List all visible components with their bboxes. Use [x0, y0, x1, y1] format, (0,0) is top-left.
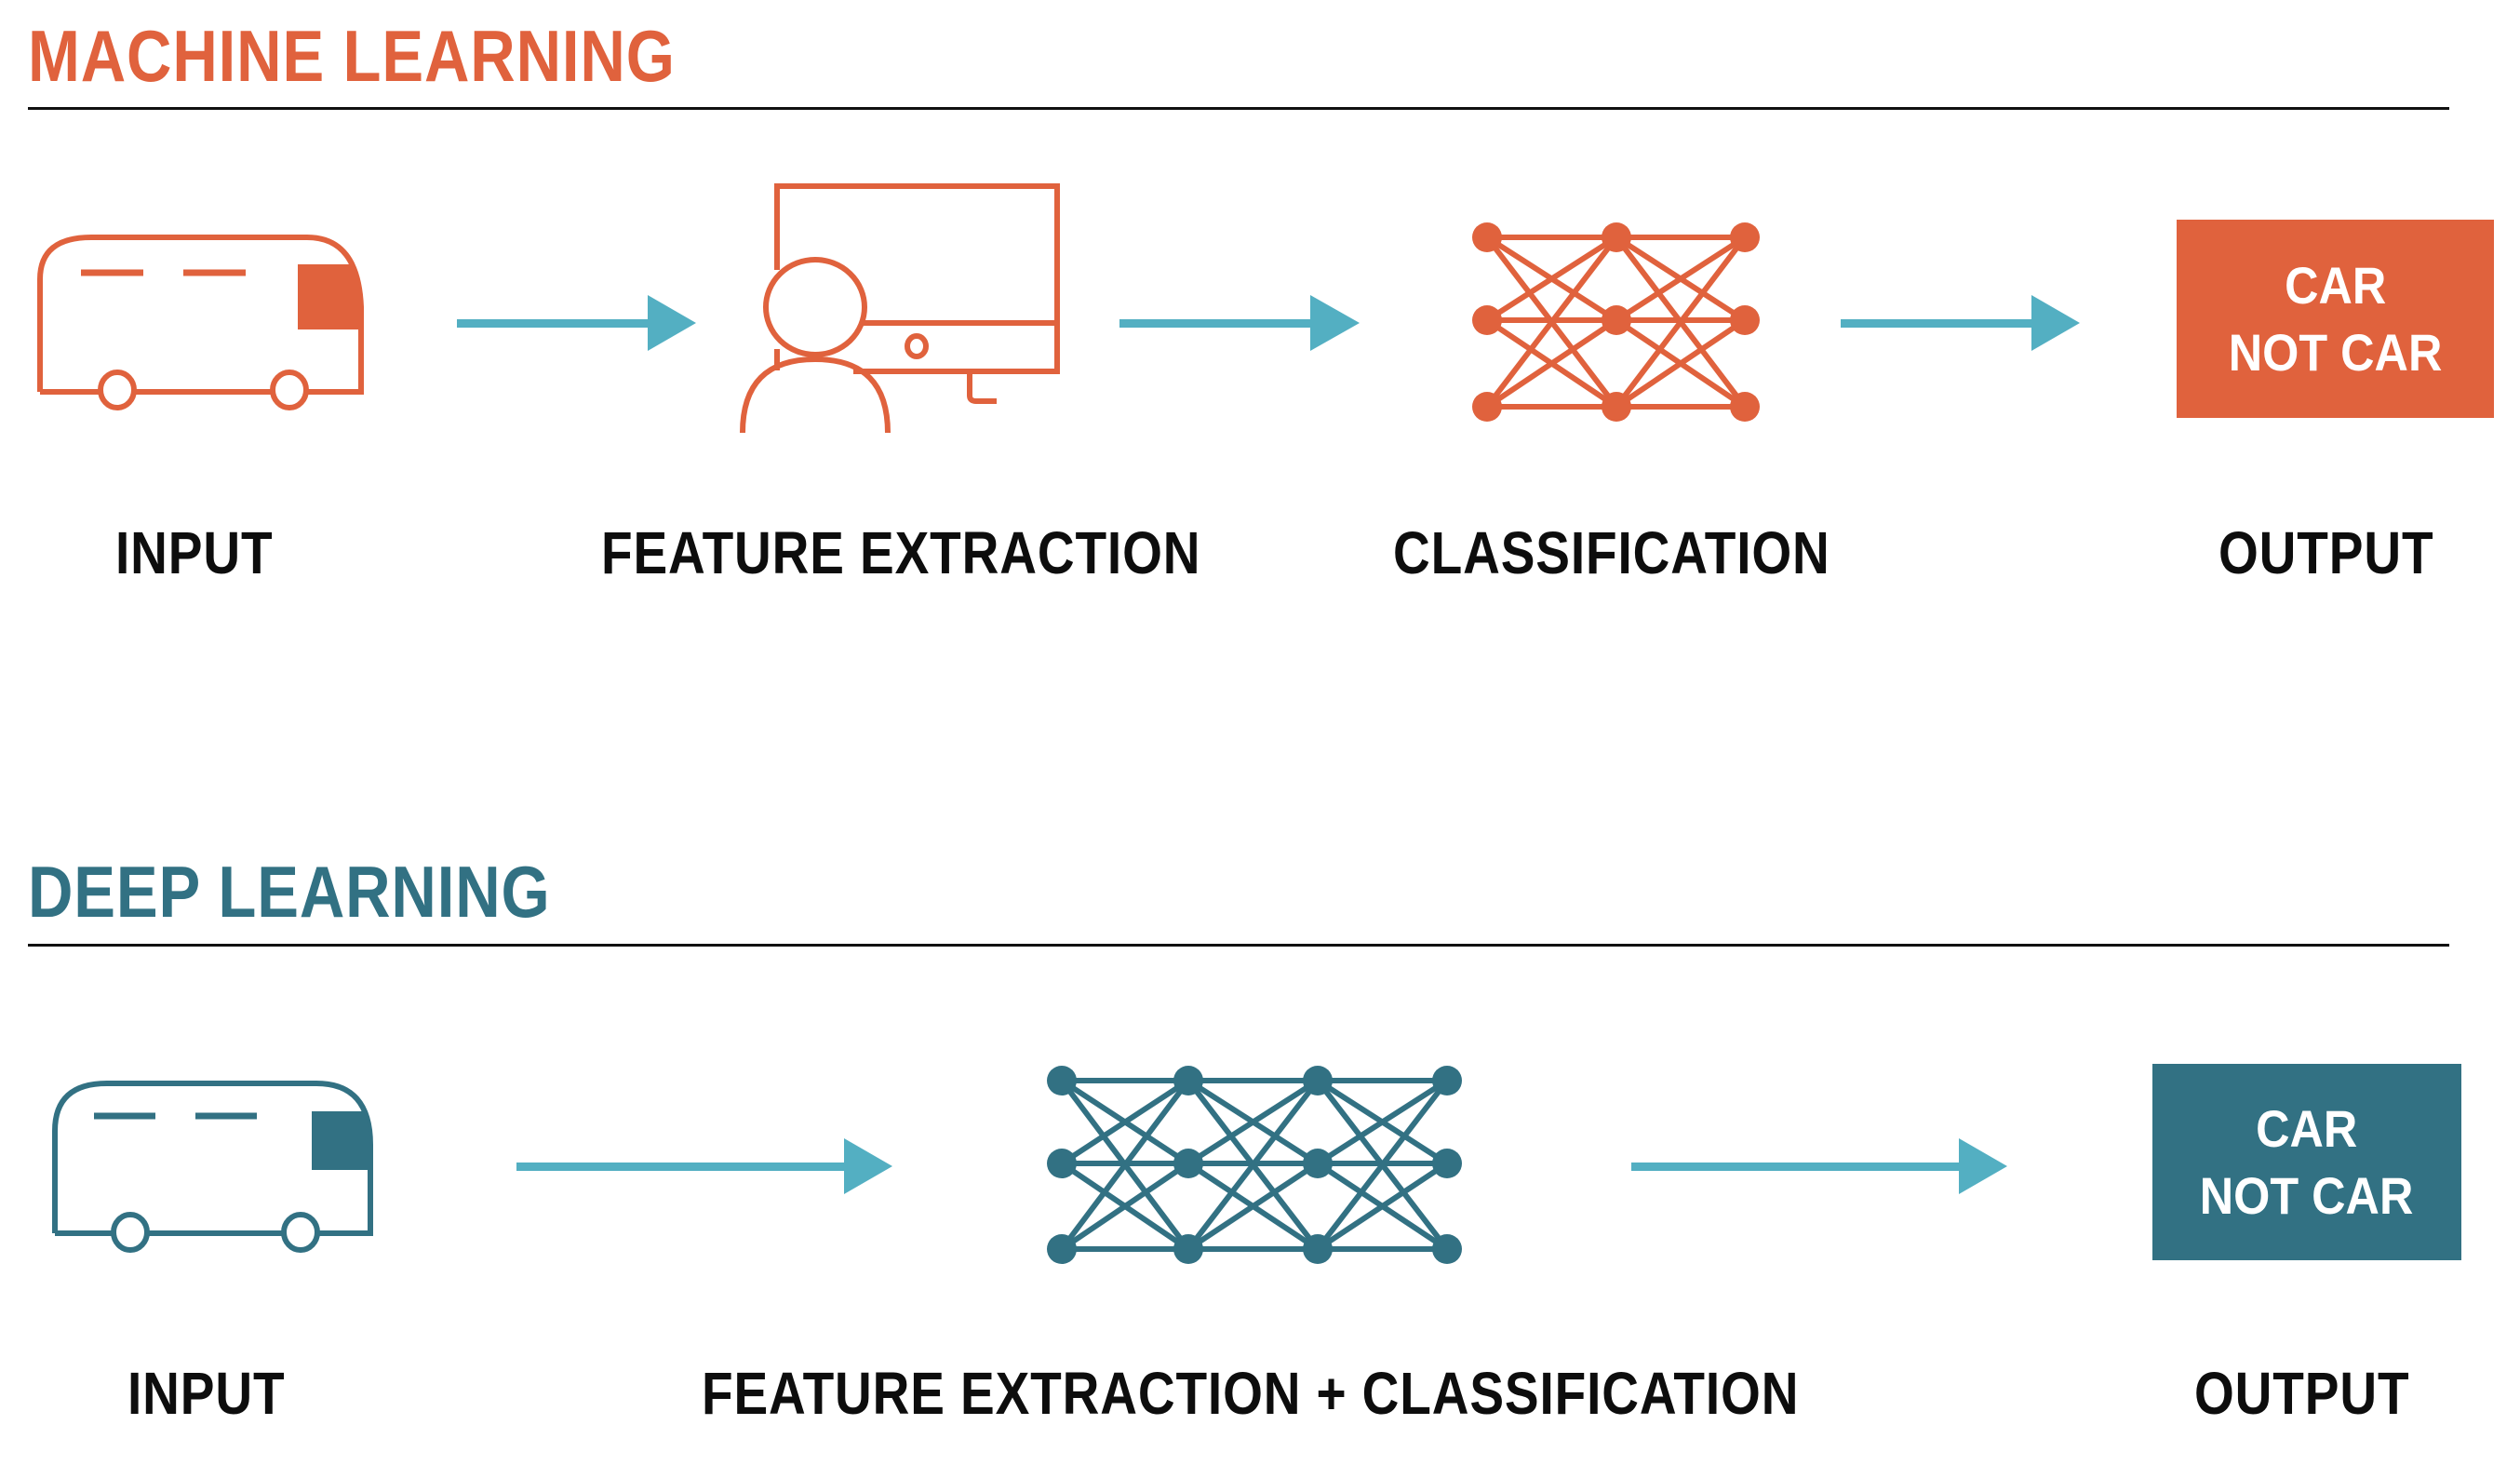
- dl-bus-icon: [52, 1081, 373, 1253]
- ml-label-input: INPUT: [115, 519, 274, 586]
- ml-arrow-3: [1841, 295, 2080, 351]
- network-node: [1047, 1066, 1077, 1095]
- ml-arrow-1: [457, 295, 696, 351]
- ml-neural-network-icon: [1472, 222, 1760, 422]
- ml-output-not-car: NOT CAR: [2228, 322, 2443, 382]
- diagram-graphics: [37, 183, 2080, 1264]
- network-node: [1432, 1234, 1462, 1264]
- dl-output-box: CAR NOT CAR: [2152, 1064, 2461, 1260]
- dl-neural-network-icon: [1047, 1066, 1462, 1264]
- network-node: [1303, 1066, 1333, 1095]
- network-node: [1047, 1149, 1077, 1178]
- person-at-monitor-icon: [740, 183, 1060, 434]
- ml-arrow-2: [1119, 295, 1360, 351]
- ml-label-classification: CLASSIFICATION: [1393, 519, 1830, 586]
- network-node: [1173, 1149, 1203, 1178]
- deep-learning-divider: [28, 944, 2449, 947]
- dl-output-not-car: NOT CAR: [2200, 1165, 2414, 1225]
- network-node: [1602, 222, 1631, 252]
- network-node: [1432, 1149, 1462, 1178]
- network-node: [1303, 1234, 1333, 1264]
- network-node: [1173, 1234, 1203, 1264]
- ml-bus-icon: [37, 235, 364, 410]
- dl-arrow-2: [1631, 1138, 2007, 1194]
- network-node: [1472, 222, 1502, 252]
- ml-label-output: OUTPUT: [2218, 519, 2434, 586]
- dl-label-output: OUTPUT: [2194, 1360, 2410, 1427]
- network-node: [1472, 305, 1502, 335]
- dl-arrow-1: [516, 1138, 892, 1194]
- network-node: [1730, 392, 1760, 422]
- network-node: [1432, 1066, 1462, 1095]
- ml-output-car: CAR: [2284, 255, 2387, 315]
- network-node: [1472, 392, 1502, 422]
- network-node: [1173, 1066, 1203, 1095]
- dl-label-feature-extraction-classification: FEATURE EXTRACTION + CLASSIFICATION: [702, 1360, 1800, 1427]
- network-node: [1730, 305, 1760, 335]
- network-node: [1602, 392, 1631, 422]
- dl-label-input: INPUT: [127, 1360, 286, 1427]
- network-node: [1303, 1149, 1333, 1178]
- ml-label-feature-extraction: FEATURE EXTRACTION: [601, 519, 1201, 586]
- dl-output-car: CAR: [2256, 1098, 2358, 1158]
- network-node: [1730, 222, 1760, 252]
- network-node: [1602, 305, 1631, 335]
- network-node: [1047, 1234, 1077, 1264]
- deep-learning-title: DEEP LEARNING: [28, 851, 551, 933]
- ml-output-box: CAR NOT CAR: [2177, 220, 2494, 418]
